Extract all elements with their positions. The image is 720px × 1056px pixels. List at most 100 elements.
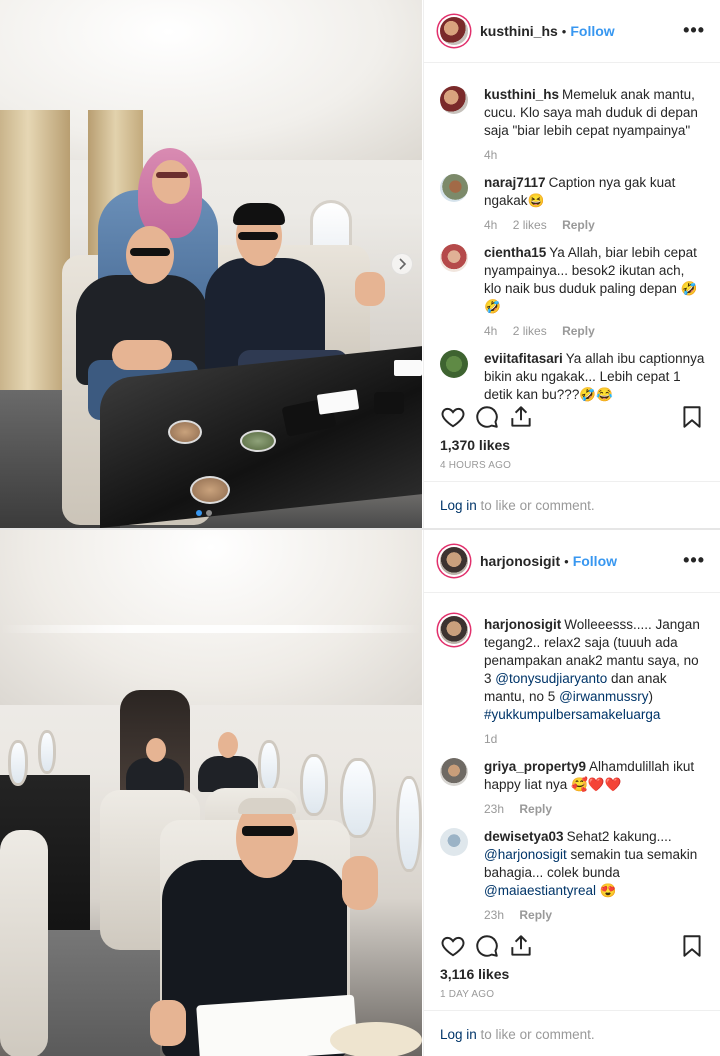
avatar[interactable] <box>440 174 468 202</box>
caption: kusthini_hs Memeluk anak mantu, cucu. Klo… <box>440 86 705 164</box>
reply-button[interactable]: Reply <box>562 324 595 338</box>
jet-cabin-scene <box>0 0 422 528</box>
comment: naraj7117 Caption nya gak kuat ngakak😆 4h… <box>440 174 705 234</box>
post-1-photo[interactable] <box>0 0 422 528</box>
person-back-left <box>126 758 184 792</box>
comments-list: kusthini_hs Memeluk anak mantu, cucu. Klo… <box>424 64 720 404</box>
login-prompt: Log in to like or comment. <box>424 1010 720 1056</box>
avatar[interactable] <box>440 758 468 786</box>
carousel-dot-active <box>196 510 202 516</box>
username-link[interactable]: kusthini_hs <box>480 23 558 39</box>
comment-likes[interactable]: 2 likes <box>513 218 547 232</box>
bookmark-icon[interactable] <box>679 933 705 959</box>
cup <box>190 476 230 504</box>
avatar[interactable] <box>440 86 468 114</box>
comment: griya_property9 Alhamdulillah ikut happy … <box>440 758 705 818</box>
timestamp[interactable]: 23h <box>484 802 504 816</box>
comment-likes[interactable]: 2 likes <box>513 324 547 338</box>
timestamp[interactable]: 23h <box>484 908 504 922</box>
post-time[interactable]: 1 DAY AGO <box>440 989 494 1000</box>
comments-list: harjonosigit Wolleeesss..... Jangan tegan… <box>424 594 720 934</box>
carousel-indicator <box>196 510 212 516</box>
login-link[interactable]: Log in <box>440 498 477 513</box>
cabin-window <box>340 758 376 838</box>
carousel-dot <box>206 510 212 516</box>
hashtag-link[interactable]: #yukkumpulbersamakeluarga <box>484 707 660 722</box>
comment-icon[interactable] <box>474 404 500 430</box>
comment-text: Sehat2 kakung.... <box>566 829 672 844</box>
cabin-window <box>300 754 328 816</box>
login-prompt-text: to like or comment. <box>476 498 595 513</box>
username-link[interactable]: kusthini_hs <box>484 87 559 102</box>
post-2: harjonosigit • Follow ••• harjonosigit Wo… <box>0 528 720 1056</box>
next-photo-button[interactable] <box>391 253 413 275</box>
mention-link[interactable]: @harjonosigit <box>484 847 567 862</box>
chevron-right-icon <box>399 258 407 270</box>
mention-link[interactable]: @tonysudjiaryanto <box>495 671 607 686</box>
mention-link[interactable]: @maiaestiantyreal <box>484 883 596 898</box>
reply-button[interactable]: Reply <box>519 908 552 922</box>
comment: dewisetya03 Sehat2 kakung.... @harjonosig… <box>440 828 705 924</box>
avatar[interactable] <box>440 244 468 272</box>
plate <box>330 1022 422 1056</box>
post-1: kusthini_hs • Follow ••• kusthini_hs Meme… <box>0 0 720 528</box>
username-link[interactable]: naraj7117 <box>484 175 546 190</box>
action-bar <box>440 933 705 963</box>
avatar[interactable] <box>440 828 468 856</box>
person-back-left-head <box>146 738 166 762</box>
username-link[interactable]: cientha15 <box>484 245 546 260</box>
share-icon[interactable] <box>508 404 534 430</box>
follow-button[interactable]: Follow <box>573 553 617 569</box>
separator-dot: • <box>561 23 567 39</box>
heart-icon[interactable] <box>440 404 466 430</box>
login-prompt: Log in to like or comment. <box>424 481 720 529</box>
cup <box>168 420 202 444</box>
username-link[interactable]: harjonosigit <box>480 553 560 569</box>
avatar[interactable] <box>440 616 468 644</box>
comment: cientha15 Ya Allah, biar lebih cepat nyam… <box>440 244 705 340</box>
cabin-window <box>38 730 56 774</box>
follow-button[interactable]: Follow <box>570 23 614 39</box>
phone <box>374 392 404 414</box>
timestamp[interactable]: 4h <box>484 218 497 232</box>
post-2-photo[interactable] <box>0 530 422 1056</box>
username-link[interactable]: griya_property9 <box>484 759 586 774</box>
reply-button[interactable]: Reply <box>562 218 595 232</box>
username-link[interactable]: dewisetya03 <box>484 829 564 844</box>
heart-icon[interactable] <box>440 933 466 959</box>
comment-text: 😍 <box>596 883 617 898</box>
comment-meta: 1d <box>484 730 705 748</box>
post-time[interactable]: 4 HOURS AGO <box>440 460 511 471</box>
username-link[interactable]: harjonosigit <box>484 617 561 632</box>
mention-link[interactable]: @irwanmussry <box>559 689 648 704</box>
avatar[interactable] <box>440 547 468 575</box>
comment: eviitafitasari Ya allah ibu captionnya bi… <box>440 350 705 404</box>
likes-count[interactable]: 3,116 likes <box>440 966 509 982</box>
bowl <box>240 430 276 452</box>
login-link[interactable]: Log in <box>440 1027 477 1042</box>
cabin-window <box>258 740 280 792</box>
cabin-window <box>8 740 28 786</box>
timestamp[interactable]: 4h <box>484 148 497 162</box>
post-header: kusthini_hs • Follow ••• <box>424 0 720 63</box>
avatar[interactable] <box>440 350 468 378</box>
timestamp[interactable]: 4h <box>484 324 497 338</box>
cabin-ceiling <box>0 530 422 705</box>
login-prompt-text: to like or comment. <box>476 1027 595 1042</box>
timestamp[interactable]: 1d <box>484 732 497 746</box>
likes-count[interactable]: 1,370 likes <box>440 437 510 453</box>
username-link[interactable]: eviitafitasari <box>484 351 563 366</box>
comment-icon[interactable] <box>474 933 500 959</box>
comment-meta: 4h 2 likes Reply <box>484 216 705 234</box>
comment-meta: 23h Reply <box>484 800 705 818</box>
more-icon[interactable]: ••• <box>683 550 705 571</box>
caption-text: ) <box>648 689 654 704</box>
reply-button[interactable]: Reply <box>519 802 552 816</box>
action-bar <box>440 404 705 434</box>
person-back-right <box>198 756 258 792</box>
caption: harjonosigit Wolleeesss..... Jangan tegan… <box>440 616 705 748</box>
more-icon[interactable]: ••• <box>683 20 705 41</box>
share-icon[interactable] <box>508 933 534 959</box>
avatar[interactable] <box>440 17 468 45</box>
bookmark-icon[interactable] <box>679 404 705 430</box>
